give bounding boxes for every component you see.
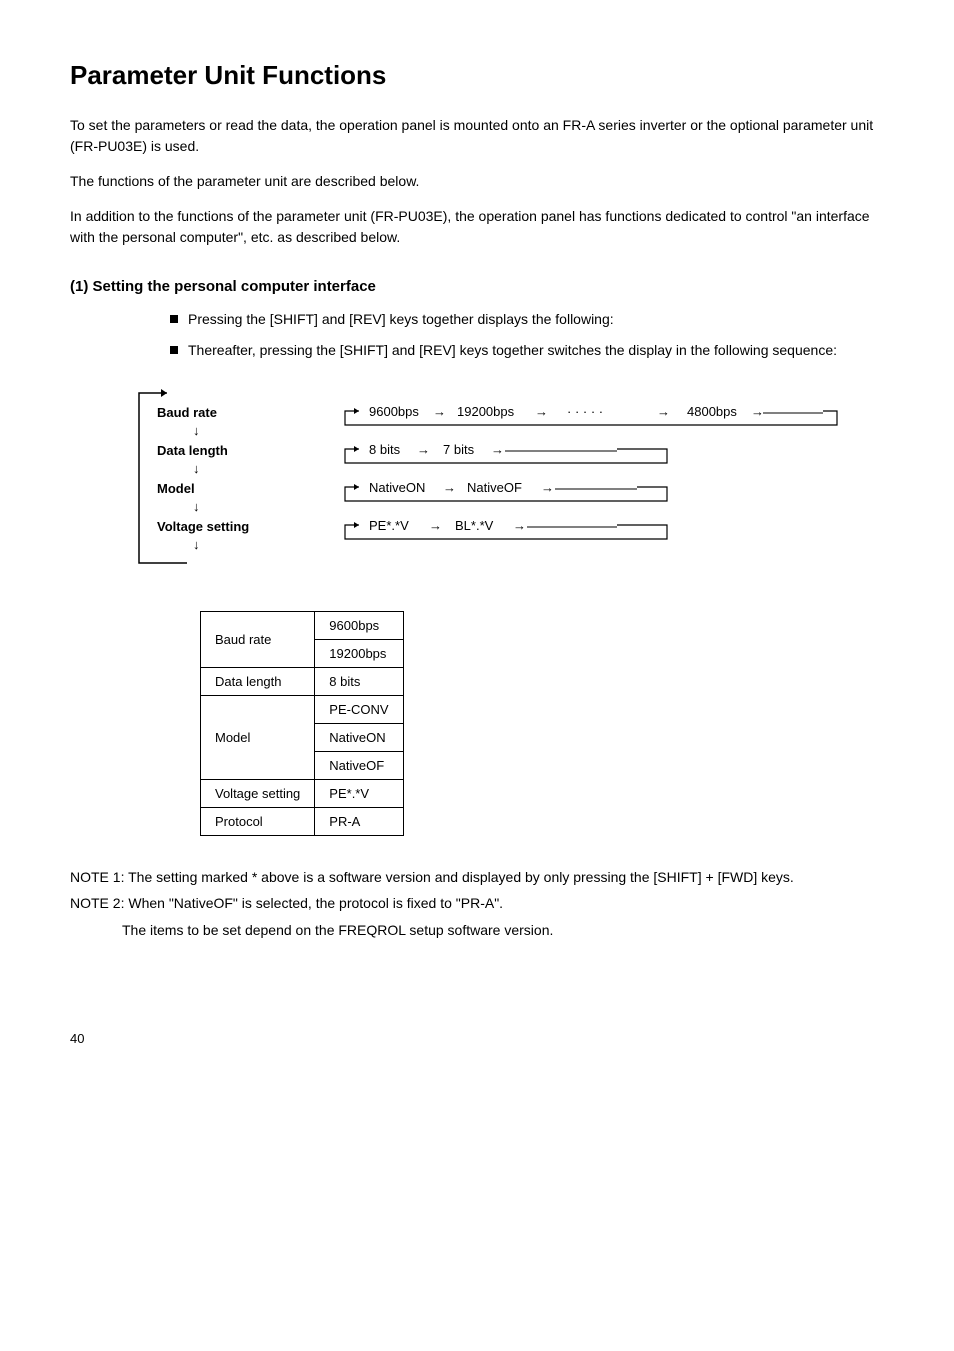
cell-baud-19200: 19200bps (315, 640, 403, 668)
label-baud-rate: Baud rate (157, 405, 217, 420)
note3-text: The items to be set depend on the FREQRO… (122, 919, 884, 941)
defaults-table: Baud rate 9600bps 19200bps Data length 8… (200, 611, 404, 836)
page-number: 40 (70, 1031, 884, 1046)
cell-volt-val: PE*.*V (315, 780, 403, 808)
cell-datalen-label: Data length (201, 668, 315, 696)
bullet-item-1: Pressing the [SHIFT] and [REV] keys toge… (170, 309, 884, 330)
cell-model-nativeof: NativeOF (315, 752, 403, 780)
note1-text: The setting marked * above is a software… (128, 869, 794, 885)
page-title: Parameter Unit Functions (70, 60, 884, 91)
svg-text:→: → (417, 442, 430, 457)
section-title: (1) Setting the personal computer interf… (70, 278, 884, 295)
note2-text: When "NativeOF" is selected, the protoco… (128, 895, 503, 911)
cell-baud-label: Baud rate (201, 612, 315, 668)
svg-text:↓: ↓ (193, 423, 200, 438)
svg-text:→: → (491, 442, 504, 457)
svg-text:→: → (751, 404, 764, 419)
bullet-item-2: Thereafter, pressing the [SHIFT] and [RE… (170, 340, 884, 361)
datalen-7bits: 7 bits (443, 442, 475, 457)
svg-text:→: → (657, 404, 670, 419)
label-voltage: Voltage setting (157, 519, 249, 534)
intro-para-3: In addition to the functions of the para… (70, 206, 884, 248)
cell-model-nativeon: NativeON (315, 724, 403, 752)
intro-para-2: The functions of the parameter unit are … (70, 171, 884, 192)
svg-text:→: → (433, 404, 446, 419)
cell-volt-label: Voltage setting (201, 780, 315, 808)
cell-model-peconv: PE-CONV (315, 696, 403, 724)
cell-baud-9600: 9600bps (315, 612, 403, 640)
svg-text:→: → (535, 404, 548, 419)
baud-9600: 9600bps (369, 404, 419, 419)
baud-4800: 4800bps (687, 404, 737, 419)
settings-diagram: Baud rate ↓ Data length ↓ Model ↓ Voltag… (97, 381, 857, 581)
intro-block: To set the parameters or read the data, … (70, 115, 884, 248)
datalen-8bits: 8 bits (369, 442, 401, 457)
svg-text:→: → (429, 518, 442, 533)
svg-text:→: → (513, 518, 526, 533)
baud-19200: 19200bps (457, 404, 515, 419)
bullet-list: Pressing the [SHIFT] and [REV] keys toge… (170, 309, 884, 361)
volt-bl: BL*.*V (455, 518, 494, 533)
svg-text:↓: ↓ (193, 461, 200, 476)
intro-para-1: To set the parameters or read the data, … (70, 115, 884, 157)
svg-text:→: → (541, 480, 554, 495)
svg-text:↓: ↓ (193, 499, 200, 514)
cell-protocol-val: PR-A (315, 808, 403, 836)
cell-model-label: Model (201, 696, 315, 780)
model-nativeon: NativeON (369, 480, 425, 495)
svg-text:→: → (443, 480, 456, 495)
baud-dots: · · · · · (567, 404, 603, 419)
svg-text:↓: ↓ (193, 537, 200, 552)
label-model: Model (157, 481, 195, 496)
cell-protocol-label: Protocol (201, 808, 315, 836)
note1-label: NOTE 1: (70, 869, 124, 885)
cell-datalen-val: 8 bits (315, 668, 403, 696)
notes-block: NOTE 1: The setting marked * above is a … (70, 866, 884, 941)
label-data-length: Data length (157, 443, 228, 458)
model-nativeof: NativeOF (467, 480, 522, 495)
note2-label: NOTE 2: (70, 895, 124, 911)
volt-pe: PE*.*V (369, 518, 409, 533)
